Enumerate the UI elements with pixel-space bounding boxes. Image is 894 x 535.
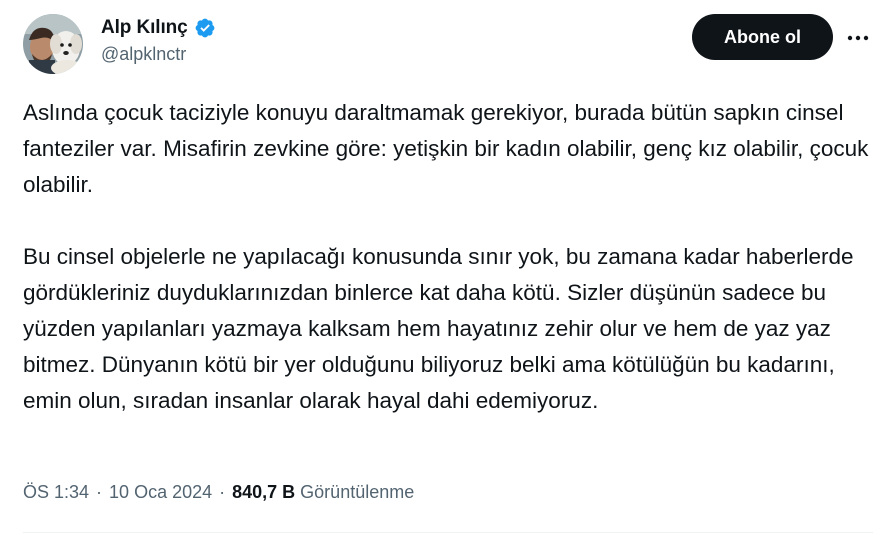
divider	[23, 532, 873, 533]
more-options-button[interactable]	[840, 24, 876, 52]
follow-button[interactable]: Abone ol	[692, 14, 833, 60]
meta-separator: ·	[96, 482, 103, 502]
tweet-time[interactable]: ÖS 1:34	[23, 482, 89, 503]
tweet-paragraph-1: Aslında çocuk taciziyle konuyu daraltmam…	[23, 100, 869, 197]
author-block: Alp Kılınç @alpklnctr	[101, 16, 216, 65]
tweet-meta: ÖS 1:34 · 10 Oca 2024 · 840,7 B Görüntül…	[23, 482, 414, 503]
meta-separator: ·	[219, 482, 226, 502]
avatar[interactable]	[23, 14, 83, 74]
name-row: Alp Kılınç	[101, 16, 216, 40]
author-handle[interactable]: @alpklnctr	[101, 44, 216, 65]
tweet-text: Aslında çocuk taciziyle konuyu daraltmam…	[23, 95, 873, 419]
avatar-photo	[23, 14, 83, 74]
tweet-paragraph-2: Bu cinsel objelerle ne yapılacağı konusu…	[23, 244, 854, 413]
author-display-name[interactable]: Alp Kılınç	[101, 17, 188, 39]
ellipsis-icon	[847, 35, 869, 41]
tweet-card: Alp Kılınç @alpklnctr Abone ol Aslında ç…	[0, 0, 894, 535]
tweet-date[interactable]: 10 Oca 2024	[109, 482, 212, 503]
views-count: 840,7 B	[232, 482, 296, 502]
views-label: Görüntülenme	[300, 482, 415, 502]
verified-badge-icon[interactable]	[194, 17, 216, 39]
